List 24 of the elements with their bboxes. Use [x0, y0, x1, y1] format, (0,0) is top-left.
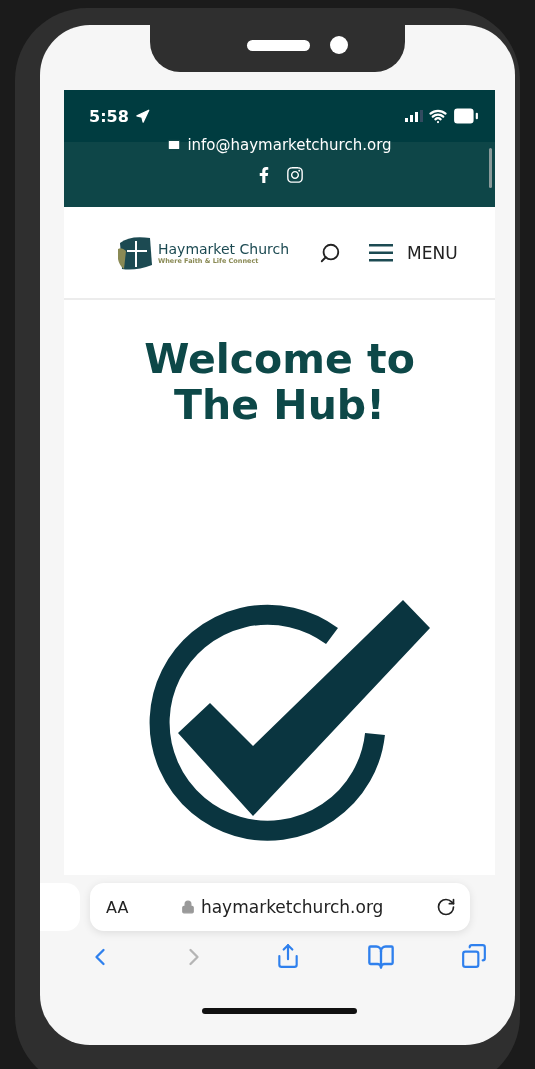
menu-icon: [369, 243, 394, 262]
signal-icon: [405, 110, 423, 122]
book-icon: [366, 943, 395, 971]
bookmarks-button[interactable]: [366, 943, 395, 971]
tabs-button[interactable]: [461, 943, 487, 971]
wifi-icon: [429, 107, 447, 125]
tabs-icon: [461, 943, 487, 969]
contact-email[interactable]: info@haymarketchurch.org: [167, 136, 392, 154]
logo-icon: [116, 234, 154, 271]
scrollbar-thumb: [489, 148, 492, 188]
location-icon: [134, 108, 150, 124]
page-url: haymarketchurch.org: [180, 897, 384, 917]
logo-name: Haymarket Church: [158, 240, 290, 257]
address-bar[interactable]: AA haymarketchurch.org: [90, 883, 470, 931]
speaker-grille: [247, 40, 310, 51]
menu-button[interactable]: MENU: [369, 242, 458, 263]
search-icon[interactable]: [319, 241, 342, 264]
page-title: Welcome to The Hub!: [143, 336, 416, 428]
instagram-icon[interactable]: [285, 166, 304, 184]
lock-icon: [180, 900, 195, 914]
status-time: 5:58: [89, 106, 129, 126]
reload-icon[interactable]: [436, 897, 456, 917]
text-size-button[interactable]: AA: [106, 897, 129, 917]
front-camera: [330, 36, 348, 54]
